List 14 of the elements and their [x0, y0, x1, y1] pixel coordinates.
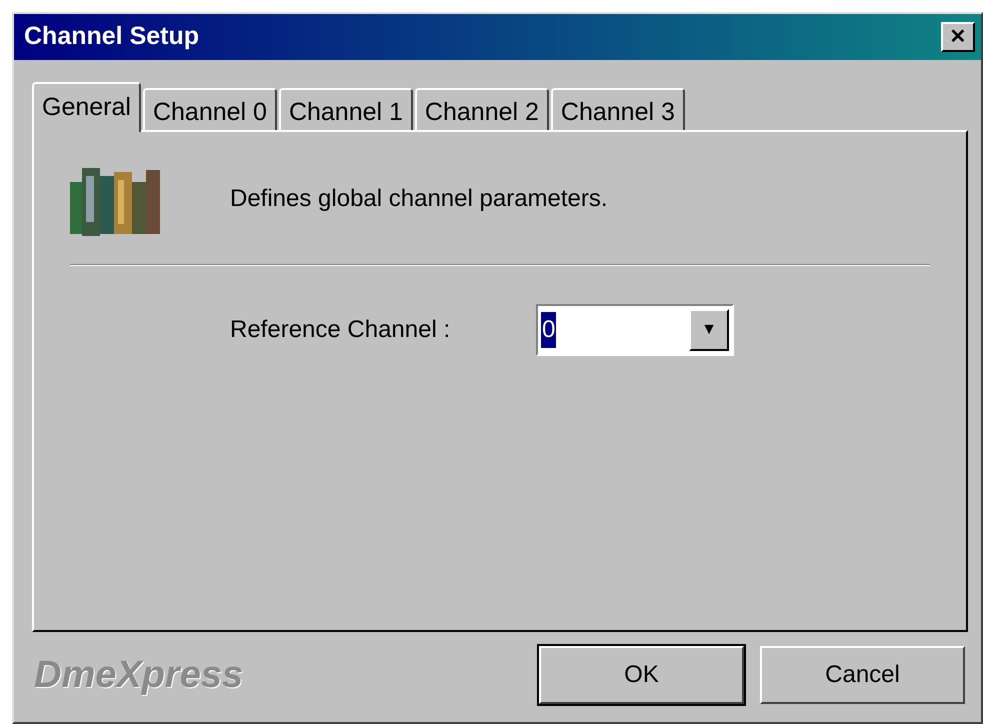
- tab[interactable]: Channel 1: [278, 88, 413, 130]
- cancel-button[interactable]: Cancel: [760, 646, 965, 704]
- tab[interactable]: Channel 2: [414, 88, 549, 130]
- tab[interactable]: Channel 3: [550, 88, 685, 130]
- tab[interactable]: General: [32, 82, 141, 132]
- description-text: Defines global channel parameters.: [230, 184, 608, 214]
- reference-channel-label: Reference Channel :: [230, 315, 452, 345]
- reference-channel-dropdown[interactable]: 0 ▼: [536, 304, 734, 356]
- window-title: Channel Setup: [24, 21, 200, 52]
- tab[interactable]: Channel 0: [142, 88, 277, 130]
- dropdown-arrow-button[interactable]: ▼: [689, 309, 729, 351]
- close-button[interactable]: ✕: [941, 22, 975, 52]
- ok-button[interactable]: OK: [539, 646, 744, 704]
- brand-logo-text: DmeXpress: [34, 652, 244, 698]
